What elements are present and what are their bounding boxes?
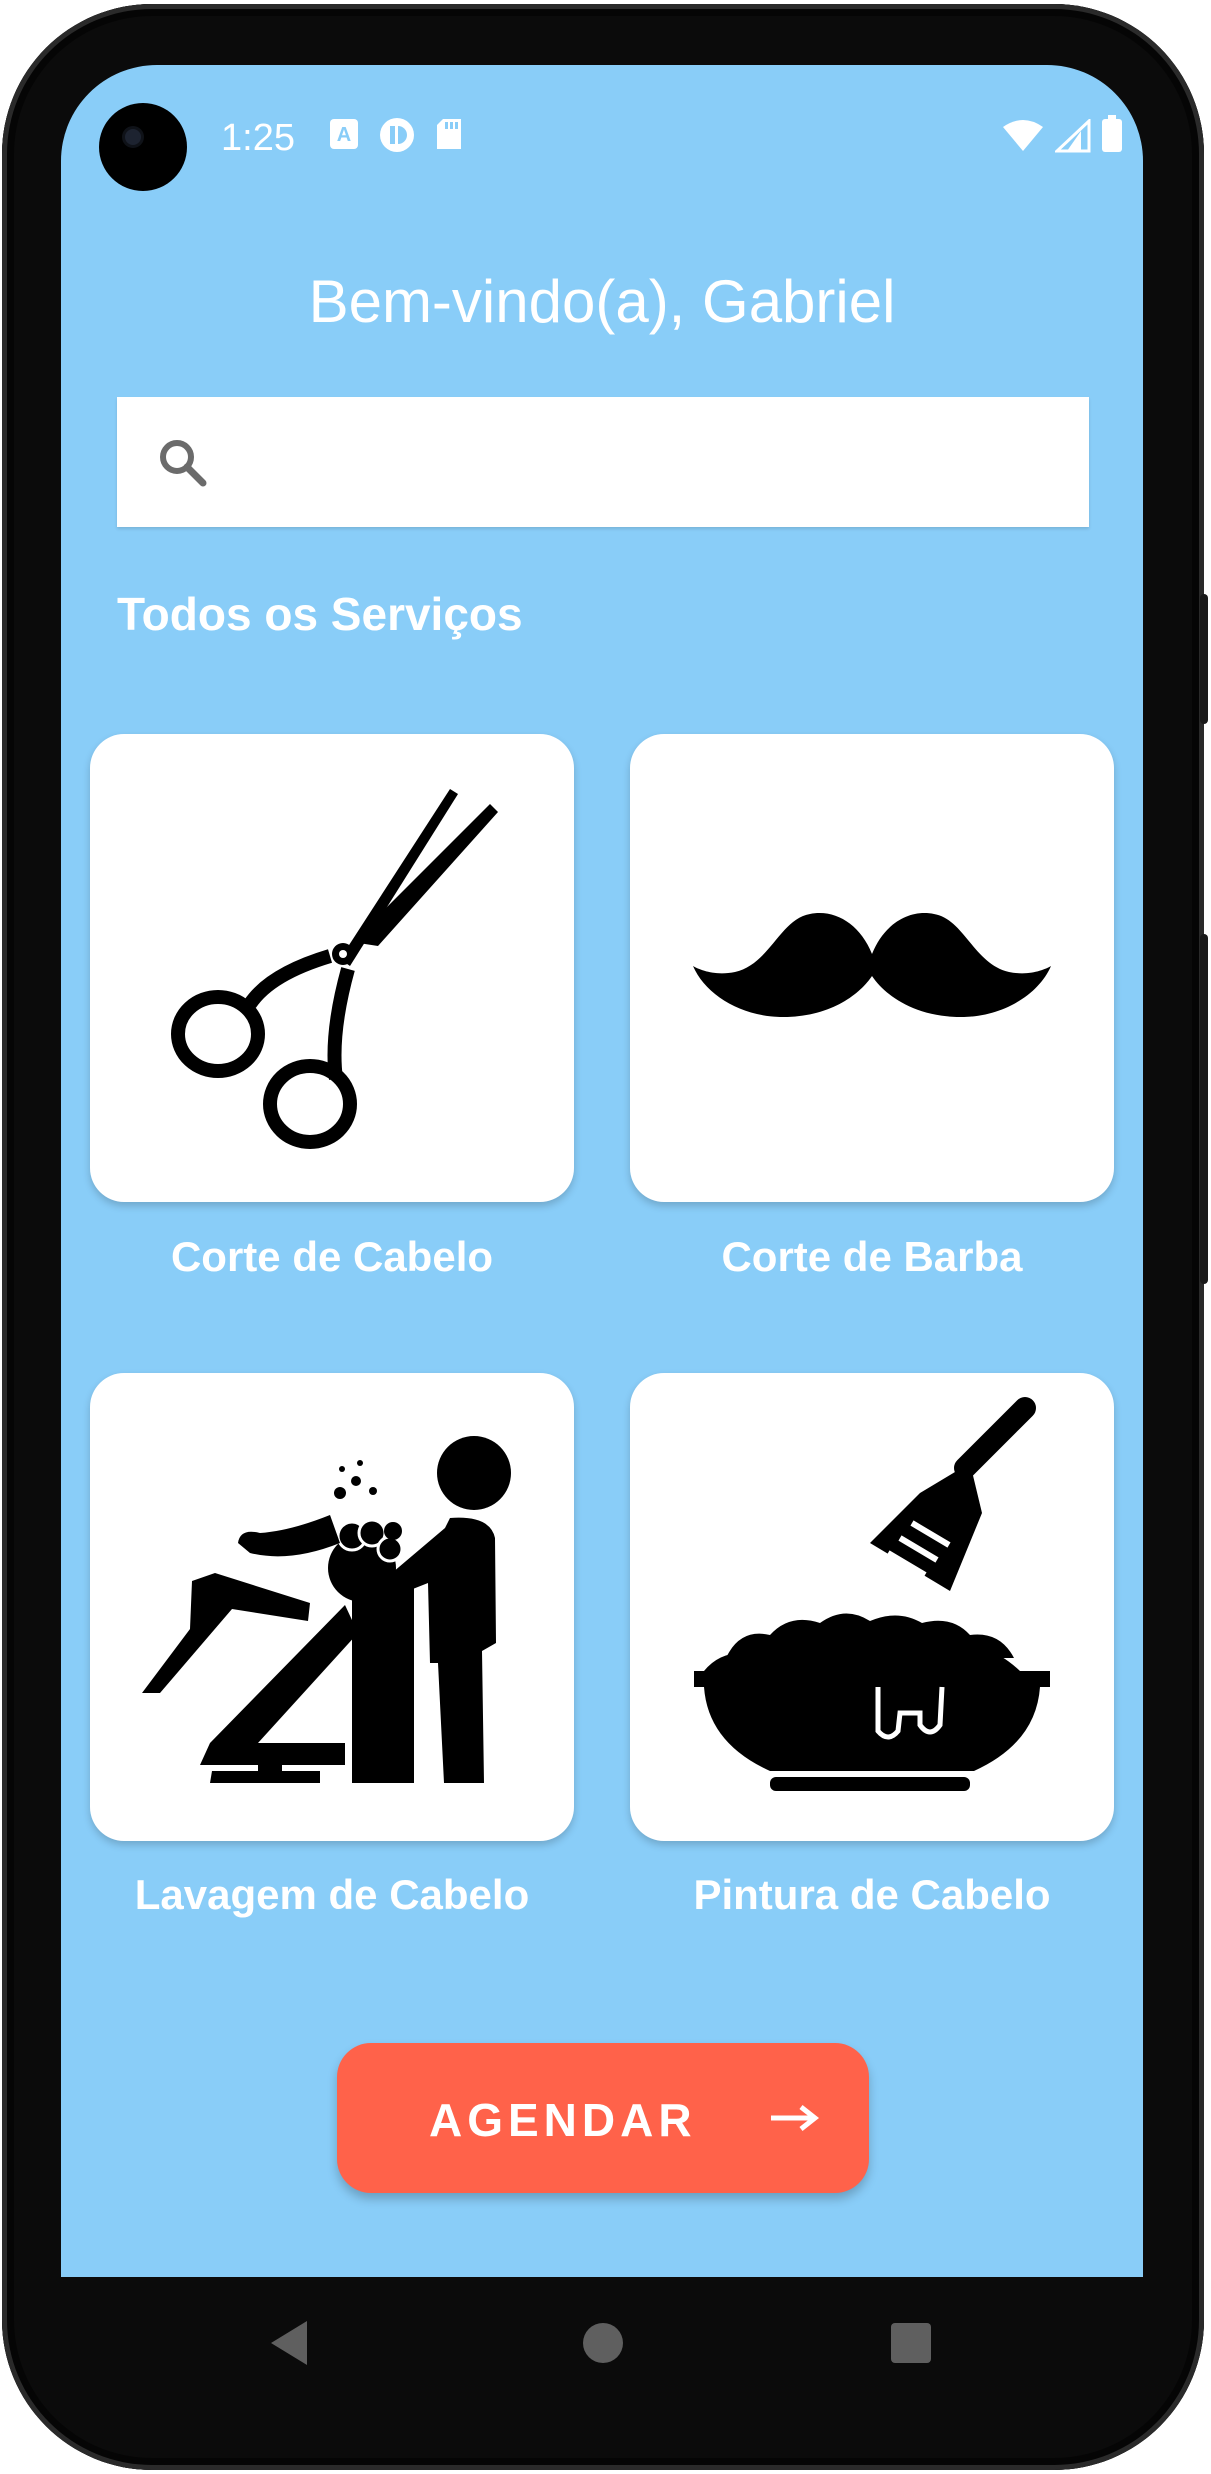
book-button-label: AGENDAR	[429, 2094, 697, 2146]
service-card-hair-wash[interactable]	[90, 1373, 574, 1841]
status-system-icons	[1001, 115, 1123, 153]
mustache-icon	[693, 913, 1051, 1018]
font-icon: A	[330, 119, 358, 149]
search-icon	[160, 440, 207, 487]
service-label-hair-wash: Lavagem de Cabelo	[134, 1871, 530, 1918]
service-label-haircut: Corte de Cabelo	[170, 1233, 494, 1280]
search-input[interactable]	[237, 397, 1061, 529]
wifi-icon	[1003, 120, 1043, 151]
back-icon[interactable]	[267, 2319, 311, 2367]
app-screen: 1:25 A Bem-vindo(a), Gabriel Todos os Se…	[61, 65, 1143, 2277]
status-time: 1:25	[221, 117, 295, 159]
service-card-beard[interactable]	[630, 734, 1114, 1202]
front-camera	[99, 103, 187, 191]
hair-dye-bowl-icon	[694, 1397, 1050, 1791]
volume-button	[1200, 934, 1208, 1284]
search-bar[interactable]	[117, 397, 1089, 529]
battery-icon	[1102, 115, 1122, 152]
service-card-haircut[interactable]	[90, 734, 574, 1202]
service-label-beard: Corte de Barba	[721, 1233, 1023, 1280]
status-notification-icons: A	[329, 117, 463, 153]
section-title: Todos os Serviços	[117, 588, 523, 640]
power-button	[1200, 594, 1208, 724]
recents-icon[interactable]	[890, 2322, 932, 2364]
scissors-icon	[171, 789, 498, 1149]
book-button[interactable]: AGENDAR	[337, 2043, 869, 2193]
home-icon[interactable]	[581, 2321, 625, 2365]
app-notification-icon	[380, 118, 414, 152]
service-card-hair-dye[interactable]	[630, 1373, 1114, 1841]
svg-text:A: A	[337, 124, 351, 146]
phone-frame: 1:25 A Bem-vindo(a), Gabriel Todos os Se…	[2, 4, 1208, 2470]
service-label-hair-dye: Pintura de Cabelo	[693, 1871, 1051, 1918]
sd-card-icon	[437, 119, 461, 149]
arrow-right-icon	[771, 2105, 819, 2131]
hair-wash-icon	[142, 1436, 511, 1783]
welcome-title: Bem-vindo(a), Gabriel	[308, 268, 896, 335]
cell-signal-icon	[1055, 119, 1091, 153]
system-nav-bar	[61, 2277, 1143, 2407]
